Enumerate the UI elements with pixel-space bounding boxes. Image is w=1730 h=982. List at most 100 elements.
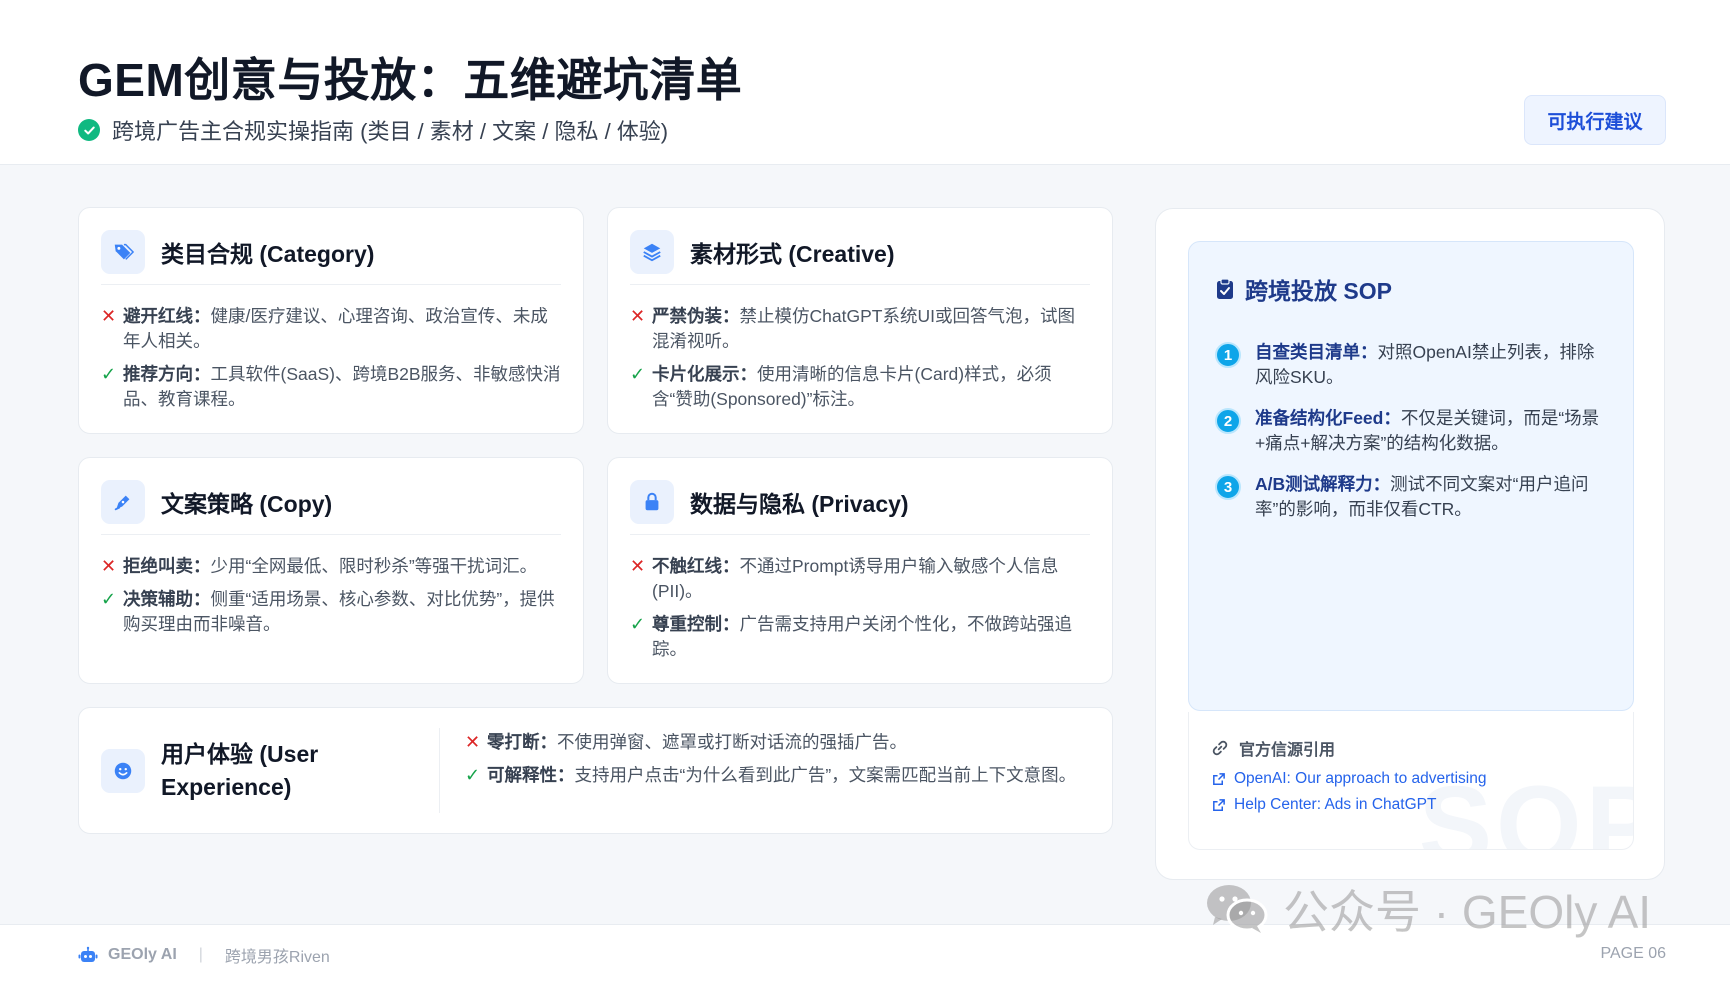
sources-title: 官方信源引用 bbox=[1239, 742, 1336, 759]
card-header: 文案策略 (Copy) bbox=[101, 480, 561, 524]
footer-separator: | bbox=[198, 946, 203, 963]
item-label: 避开红线： bbox=[123, 306, 211, 326]
sources-box: SOP 官方信源引用 OpenAI: Our approach to adver… bbox=[1188, 712, 1634, 850]
external-link-icon bbox=[1213, 798, 1225, 811]
page-header: GEM创意与投放：五维避坑清单 跨境广告主合规实操指南 (类目 / 素材 / 文… bbox=[0, 0, 1730, 165]
card-title: 类目合规 (Category) bbox=[161, 241, 375, 267]
external-link-icon bbox=[1213, 772, 1225, 785]
list-item: ✕ 不触红线：不通过Prompt诱导用户输入敏感个人信息(PII)。 bbox=[630, 554, 1090, 604]
check-icon: ✓ bbox=[630, 364, 646, 384]
item-label: 严禁伪装： bbox=[652, 306, 740, 326]
source-link-label[interactable]: OpenAI: Our approach to advertising bbox=[1234, 770, 1486, 788]
item-label: 尊重控制： bbox=[652, 614, 740, 634]
page-footer: GEOly AI | 跨境男孩Riven PAGE 06 bbox=[0, 924, 1730, 982]
sop-step: 1 自查类目清单：对照OpenAI禁止列表，排除风险SKU。 bbox=[1215, 340, 1609, 390]
check-icon: ✓ bbox=[101, 589, 117, 609]
list-item: ✕ 零打断：不使用弹窗、遮罩或打断对话流的强插广告。 bbox=[465, 730, 1090, 755]
footer-left: GEOly AI | 跨境男孩Riven bbox=[78, 943, 330, 967]
step-label: 准备结构化Feed： bbox=[1255, 408, 1401, 428]
source-link-label[interactable]: Help Center: Ads in ChatGPT bbox=[1234, 796, 1436, 814]
list-item: ✕ 拒绝叫卖：少用“全网最低、限时秒杀”等强干扰词汇。 bbox=[101, 554, 561, 579]
card-items: ✕ 拒绝叫卖：少用“全网最低、限时秒杀”等强干扰词汇。 ✓ 决策辅助：侧重“适用… bbox=[101, 554, 561, 645]
page-subtitle: 跨境广告主合规实操指南 (类目 / 素材 / 文案 / 隐私 / 体验) bbox=[112, 119, 669, 144]
item-text: 不使用弹窗、遮罩或打断对话流的强插广告。 bbox=[557, 732, 907, 752]
cross-icon: ✕ bbox=[101, 306, 117, 326]
sop-box: 跨境投放 SOP 1 自查类目清单：对照OpenAI禁止列表，排除风险SKU。 … bbox=[1188, 241, 1634, 711]
item-text: 支持用户点击“为什么看到此广告”，文案需匹配当前上下文意图。 bbox=[574, 765, 1077, 785]
card-title: 素材形式 (Creative) bbox=[690, 241, 895, 267]
cross-icon: ✕ bbox=[630, 556, 646, 576]
card-header: 用户体验 (User Experience) bbox=[101, 708, 318, 833]
item-label: 可解释性： bbox=[487, 765, 575, 785]
card-header: 类目合规 (Category) bbox=[101, 230, 561, 274]
sop-title: 跨境投放 SOP bbox=[1245, 278, 1392, 304]
check-circle-icon bbox=[78, 119, 100, 141]
smile-icon bbox=[101, 748, 145, 793]
sop-step: 3 A/B测试解释力：测试不同文案对“用户追问率”的影响，而非仅看CTR。 bbox=[1215, 472, 1609, 522]
list-item: ✕ 严禁伪装：禁止模仿ChatGPT系统UI或回答气泡，试图混淆视听。 bbox=[630, 304, 1090, 354]
sources-links: OpenAI: Our approach to advertising Help… bbox=[1211, 770, 1486, 822]
page-number: PAGE 06 bbox=[1600, 945, 1666, 962]
step-number-badge: 1 bbox=[1215, 342, 1241, 368]
item-label: 不触红线： bbox=[652, 556, 740, 576]
list-item: ✓ 可解释性：支持用户点击“为什么看到此广告”，文案需匹配当前上下文意图。 bbox=[465, 763, 1090, 788]
lock-icon bbox=[630, 480, 674, 524]
creative-card: 素材形式 (Creative) ✕ 严禁伪装：禁止模仿ChatGPT系统UI或回… bbox=[607, 207, 1113, 434]
divider bbox=[439, 728, 440, 813]
card-items: ✕ 不触红线：不通过Prompt诱导用户输入敏感个人信息(PII)。 ✓ 尊重控… bbox=[630, 554, 1090, 670]
pen-icon bbox=[101, 480, 145, 524]
source-link-openai-approach[interactable]: OpenAI: Our approach to advertising bbox=[1211, 770, 1486, 788]
sop-panel: 跨境投放 SOP 1 自查类目清单：对照OpenAI禁止列表，排除风险SKU。 … bbox=[1155, 208, 1665, 880]
page-title: GEM创意与投放：五维避坑清单 bbox=[78, 54, 743, 106]
clipboard-check-icon bbox=[1217, 278, 1233, 299]
card-title: 文案策略 (Copy) bbox=[161, 491, 333, 517]
sop-step: 2 准备结构化Feed：不仅是关键词，而是“场景+痛点+解决方案”的结构化数据。 bbox=[1215, 406, 1609, 456]
divider bbox=[101, 284, 561, 285]
divider bbox=[630, 284, 1090, 285]
item-label: 卡片化展示： bbox=[652, 364, 757, 384]
sop-steps: 1 自查类目清单：对照OpenAI禁止列表，排除风险SKU。 2 准备结构化Fe… bbox=[1215, 340, 1609, 538]
check-icon: ✓ bbox=[630, 614, 646, 634]
step-number-badge: 3 bbox=[1215, 474, 1241, 500]
divider bbox=[101, 534, 561, 535]
subtitle-row: 跨境广告主合规实操指南 (类目 / 素材 / 文案 / 隐私 / 体验) bbox=[78, 114, 668, 146]
actionable-advice-button[interactable]: 可执行建议 bbox=[1524, 95, 1666, 145]
step-number-badge: 2 bbox=[1215, 408, 1241, 434]
divider bbox=[630, 534, 1090, 535]
cross-icon: ✕ bbox=[630, 306, 646, 326]
robot-icon bbox=[78, 946, 98, 962]
check-icon: ✓ bbox=[465, 765, 481, 785]
layers-icon bbox=[630, 230, 674, 274]
card-header: 素材形式 (Creative) bbox=[630, 230, 1090, 274]
cross-icon: ✕ bbox=[101, 556, 117, 576]
category-card: 类目合规 (Category) ✕ 避开红线：健康/医疗建议、心理咨询、政治宣传… bbox=[78, 207, 584, 434]
item-label: 零打断： bbox=[487, 732, 557, 752]
item-label: 推荐方向： bbox=[123, 364, 211, 384]
tag-icon bbox=[101, 230, 145, 274]
list-item: ✕ 避开红线：健康/医疗建议、心理咨询、政治宣传、未成年人相关。 bbox=[101, 304, 561, 354]
step-label: A/B测试解释力： bbox=[1255, 474, 1391, 494]
link-icon bbox=[1212, 740, 1228, 756]
item-text: 少用“全网最低、限时秒杀”等强干扰词汇。 bbox=[210, 556, 538, 576]
card-items: ✕ 避开红线：健康/医疗建议、心理咨询、政治宣传、未成年人相关。 ✓ 推荐方向：… bbox=[101, 304, 561, 420]
cross-icon: ✕ bbox=[465, 732, 481, 752]
privacy-card: 数据与隐私 (Privacy) ✕ 不触红线：不通过Prompt诱导用户输入敏感… bbox=[607, 457, 1113, 684]
ux-card: 用户体验 (User Experience) ✕ 零打断：不使用弹窗、遮罩或打断… bbox=[78, 707, 1113, 834]
sop-header: 跨境投放 SOP bbox=[1215, 272, 1392, 306]
card-title: 数据与隐私 (Privacy) bbox=[690, 491, 909, 517]
list-item: ✓ 卡片化展示：使用清晰的信息卡片(Card)样式，必须含“赞助(Sponsor… bbox=[630, 362, 1090, 412]
list-item: ✓ 决策辅助：侧重“适用场景、核心参数、对比优势”，提供购买理由而非噪音。 bbox=[101, 587, 561, 637]
sources-header: 官方信源引用 bbox=[1211, 736, 1335, 760]
source-link-help-center[interactable]: Help Center: Ads in ChatGPT bbox=[1211, 796, 1486, 814]
list-item: ✓ 推荐方向：工具软件(SaaS)、跨境B2B服务、非敏感快消品、教育课程。 bbox=[101, 362, 561, 412]
check-icon: ✓ bbox=[101, 364, 117, 384]
list-item: ✓ 尊重控制：广告需支持用户关闭个性化，不做跨站强追踪。 bbox=[630, 612, 1090, 662]
step-label: 自查类目清单： bbox=[1255, 342, 1378, 362]
card-items: ✕ 零打断：不使用弹窗、遮罩或打断对话流的强插广告。 ✓ 可解释性：支持用户点击… bbox=[465, 730, 1090, 796]
item-label: 拒绝叫卖： bbox=[123, 556, 211, 576]
footer-author: 跨境男孩Riven bbox=[224, 949, 330, 966]
card-header: 数据与隐私 (Privacy) bbox=[630, 480, 1090, 524]
copy-card: 文案策略 (Copy) ✕ 拒绝叫卖：少用“全网最低、限时秒杀”等强干扰词汇。 … bbox=[78, 457, 584, 684]
item-label: 决策辅助： bbox=[123, 589, 211, 609]
footer-brand: GEOly AI bbox=[108, 946, 177, 963]
